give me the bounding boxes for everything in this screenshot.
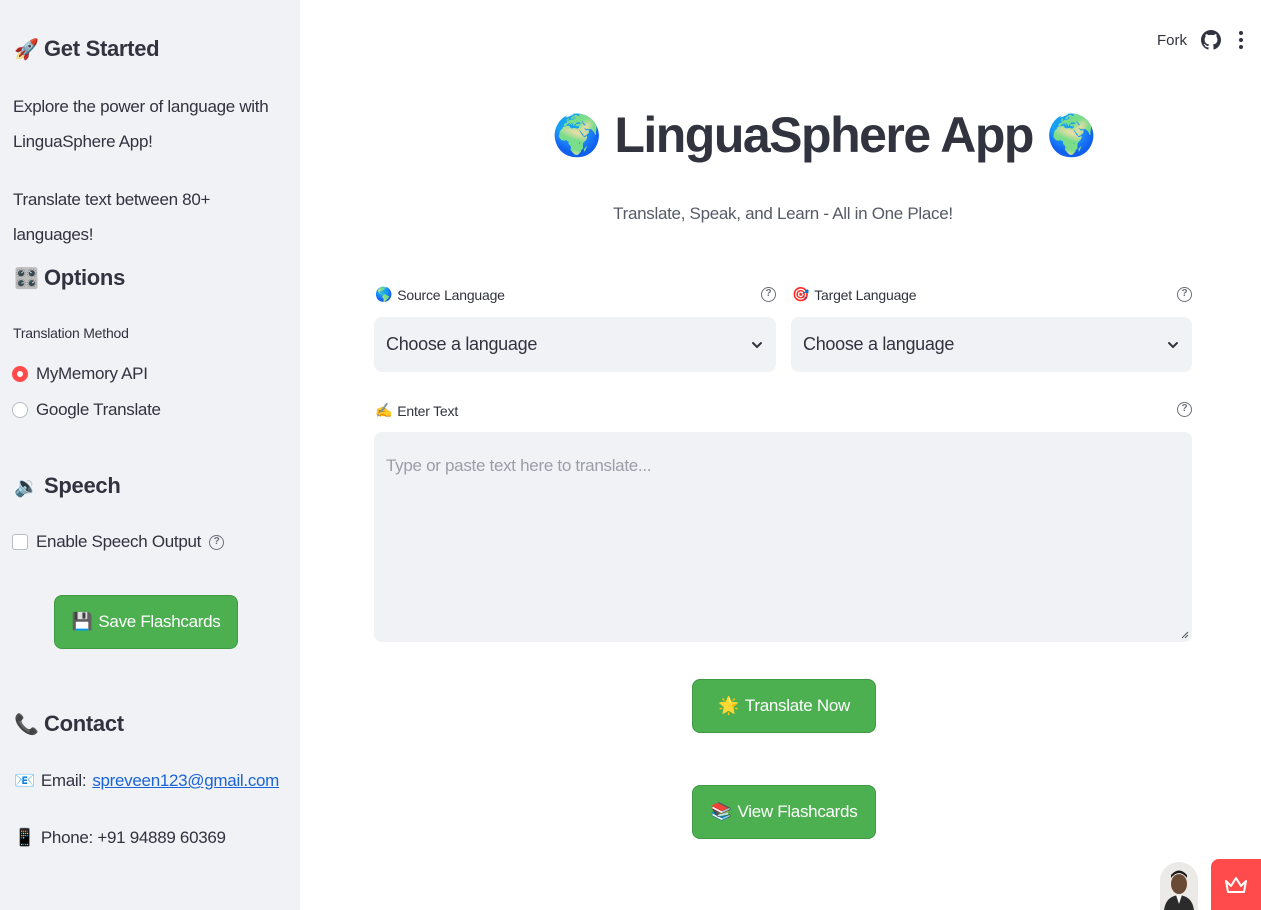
source-language-text: Source Language xyxy=(397,286,505,303)
translation-method-label: Translation Method xyxy=(13,325,129,341)
speech-output-label: Enable Speech Output xyxy=(36,532,202,551)
chevron-down-icon xyxy=(752,341,762,348)
person-avatar-icon xyxy=(1160,862,1198,910)
source-language-label: 🌎 Source Language xyxy=(375,286,505,303)
enter-text-label: ✍️ Enter Text xyxy=(375,402,458,419)
help-icon[interactable]: ? xyxy=(1177,287,1192,302)
target-language-label: 🎯 Target Language xyxy=(792,286,917,303)
phone-row: 📱 Phone: +91 94889 60369 xyxy=(14,828,226,848)
intro-text: Explore the power of language with Lingu… xyxy=(13,97,269,151)
control-knobs-icon: 🎛️ xyxy=(14,267,39,290)
radio-google-translate[interactable]: Google Translate xyxy=(12,400,161,420)
toolbar: Fork xyxy=(1157,30,1247,50)
page-subtitle: Translate, Speak, and Learn - All in One… xyxy=(613,204,953,223)
rocket-icon: 🚀 xyxy=(14,38,39,61)
speech-heading: 🔉 Speech xyxy=(14,473,121,499)
chevron-down-icon xyxy=(1168,341,1178,348)
globe-icon: 🌍 xyxy=(1046,113,1097,158)
page-title: 🌍 LinguaSphere App 🌍 xyxy=(552,106,1097,164)
view-flashcards-label: View Flashcards xyxy=(737,802,858,821)
target-language-value: Choose a language xyxy=(803,334,955,354)
phone-label: Phone: +91 94889 60369 xyxy=(40,828,226,847)
target-language-text: Target Language xyxy=(814,286,917,303)
sidebar: 🚀 Get Started Explore the power of langu… xyxy=(0,0,300,910)
translate-info-text: Translate text between 80+ languages! xyxy=(13,190,211,244)
text-input-placeholder: Type or paste text here to translate... xyxy=(386,456,652,475)
fork-link[interactable]: Fork xyxy=(1157,32,1187,49)
books-icon: 📚 xyxy=(710,802,732,821)
get-started-heading: 🚀 Get Started xyxy=(14,36,160,62)
help-icon[interactable]: ? xyxy=(761,287,776,302)
mobile-phone-icon: 📱 xyxy=(14,828,35,847)
streamlit-badge[interactable] xyxy=(1211,859,1261,910)
glowing-star-icon: 🌟 xyxy=(718,696,739,715)
save-flashcards-label: Save Flashcards xyxy=(98,612,221,631)
floppy-disk-icon: 💾 xyxy=(71,612,93,631)
source-language-value: Choose a language xyxy=(386,334,538,354)
github-icon[interactable] xyxy=(1201,30,1221,50)
translate-now-button[interactable]: 🌟 Translate Now xyxy=(692,679,876,733)
options-heading: 🎛️ Options xyxy=(14,265,125,291)
email-icon: 📧 xyxy=(14,771,35,790)
options-title: Options xyxy=(44,265,126,290)
target-language-select[interactable]: Choose a language xyxy=(791,317,1192,372)
radio-selected-icon[interactable] xyxy=(12,366,28,382)
speech-title: Speech xyxy=(44,473,121,498)
more-menu-icon[interactable] xyxy=(1235,31,1247,49)
speech-output-checkbox-row[interactable]: Enable Speech Output ? xyxy=(12,532,225,552)
phone-receiver-icon: 📞 xyxy=(14,713,39,736)
translate-now-label: Translate Now xyxy=(744,696,850,715)
writing-hand-icon: ✍️ xyxy=(375,402,393,418)
email-label: Email: xyxy=(40,771,87,790)
get-started-title: Get Started xyxy=(44,36,160,61)
app-title: LinguaSphere App xyxy=(614,107,1034,163)
globe-icon: 🌍 xyxy=(552,113,602,158)
help-icon[interactable]: ? xyxy=(1177,402,1192,417)
text-input-area[interactable]: Type or paste text here to translate... xyxy=(374,432,1192,642)
email-row: 📧 Email: spreveen123@gmail.com xyxy=(14,771,279,791)
globe-americas-icon: 🌎 xyxy=(375,286,393,302)
radio-label: MyMemory API xyxy=(36,364,148,383)
source-language-select[interactable]: Choose a language xyxy=(374,317,776,372)
target-icon: 🎯 xyxy=(792,286,810,302)
save-flashcards-button[interactable]: 💾 Save Flashcards xyxy=(54,595,238,649)
enter-text-text: Enter Text xyxy=(397,402,459,419)
contact-title: Contact xyxy=(44,711,124,736)
radio-label: Google Translate xyxy=(36,400,161,419)
app-root: 🚀 Get Started Explore the power of langu… xyxy=(0,0,1261,910)
radio-mymemory[interactable]: MyMemory API xyxy=(12,364,148,384)
radio-unselected-icon[interactable] xyxy=(12,402,28,418)
speech-output-checkbox[interactable] xyxy=(12,534,28,550)
email-link[interactable]: spreveen123@gmail.com xyxy=(92,771,279,791)
view-flashcards-button[interactable]: 📚 View Flashcards xyxy=(692,785,876,839)
avatar[interactable] xyxy=(1160,862,1198,910)
crown-icon xyxy=(1225,876,1247,893)
resize-handle-icon[interactable] xyxy=(1181,631,1189,639)
help-icon[interactable]: ? xyxy=(209,534,225,550)
speaker-icon: 🔉 xyxy=(14,475,39,498)
contact-heading: 📞 Contact xyxy=(14,711,124,737)
